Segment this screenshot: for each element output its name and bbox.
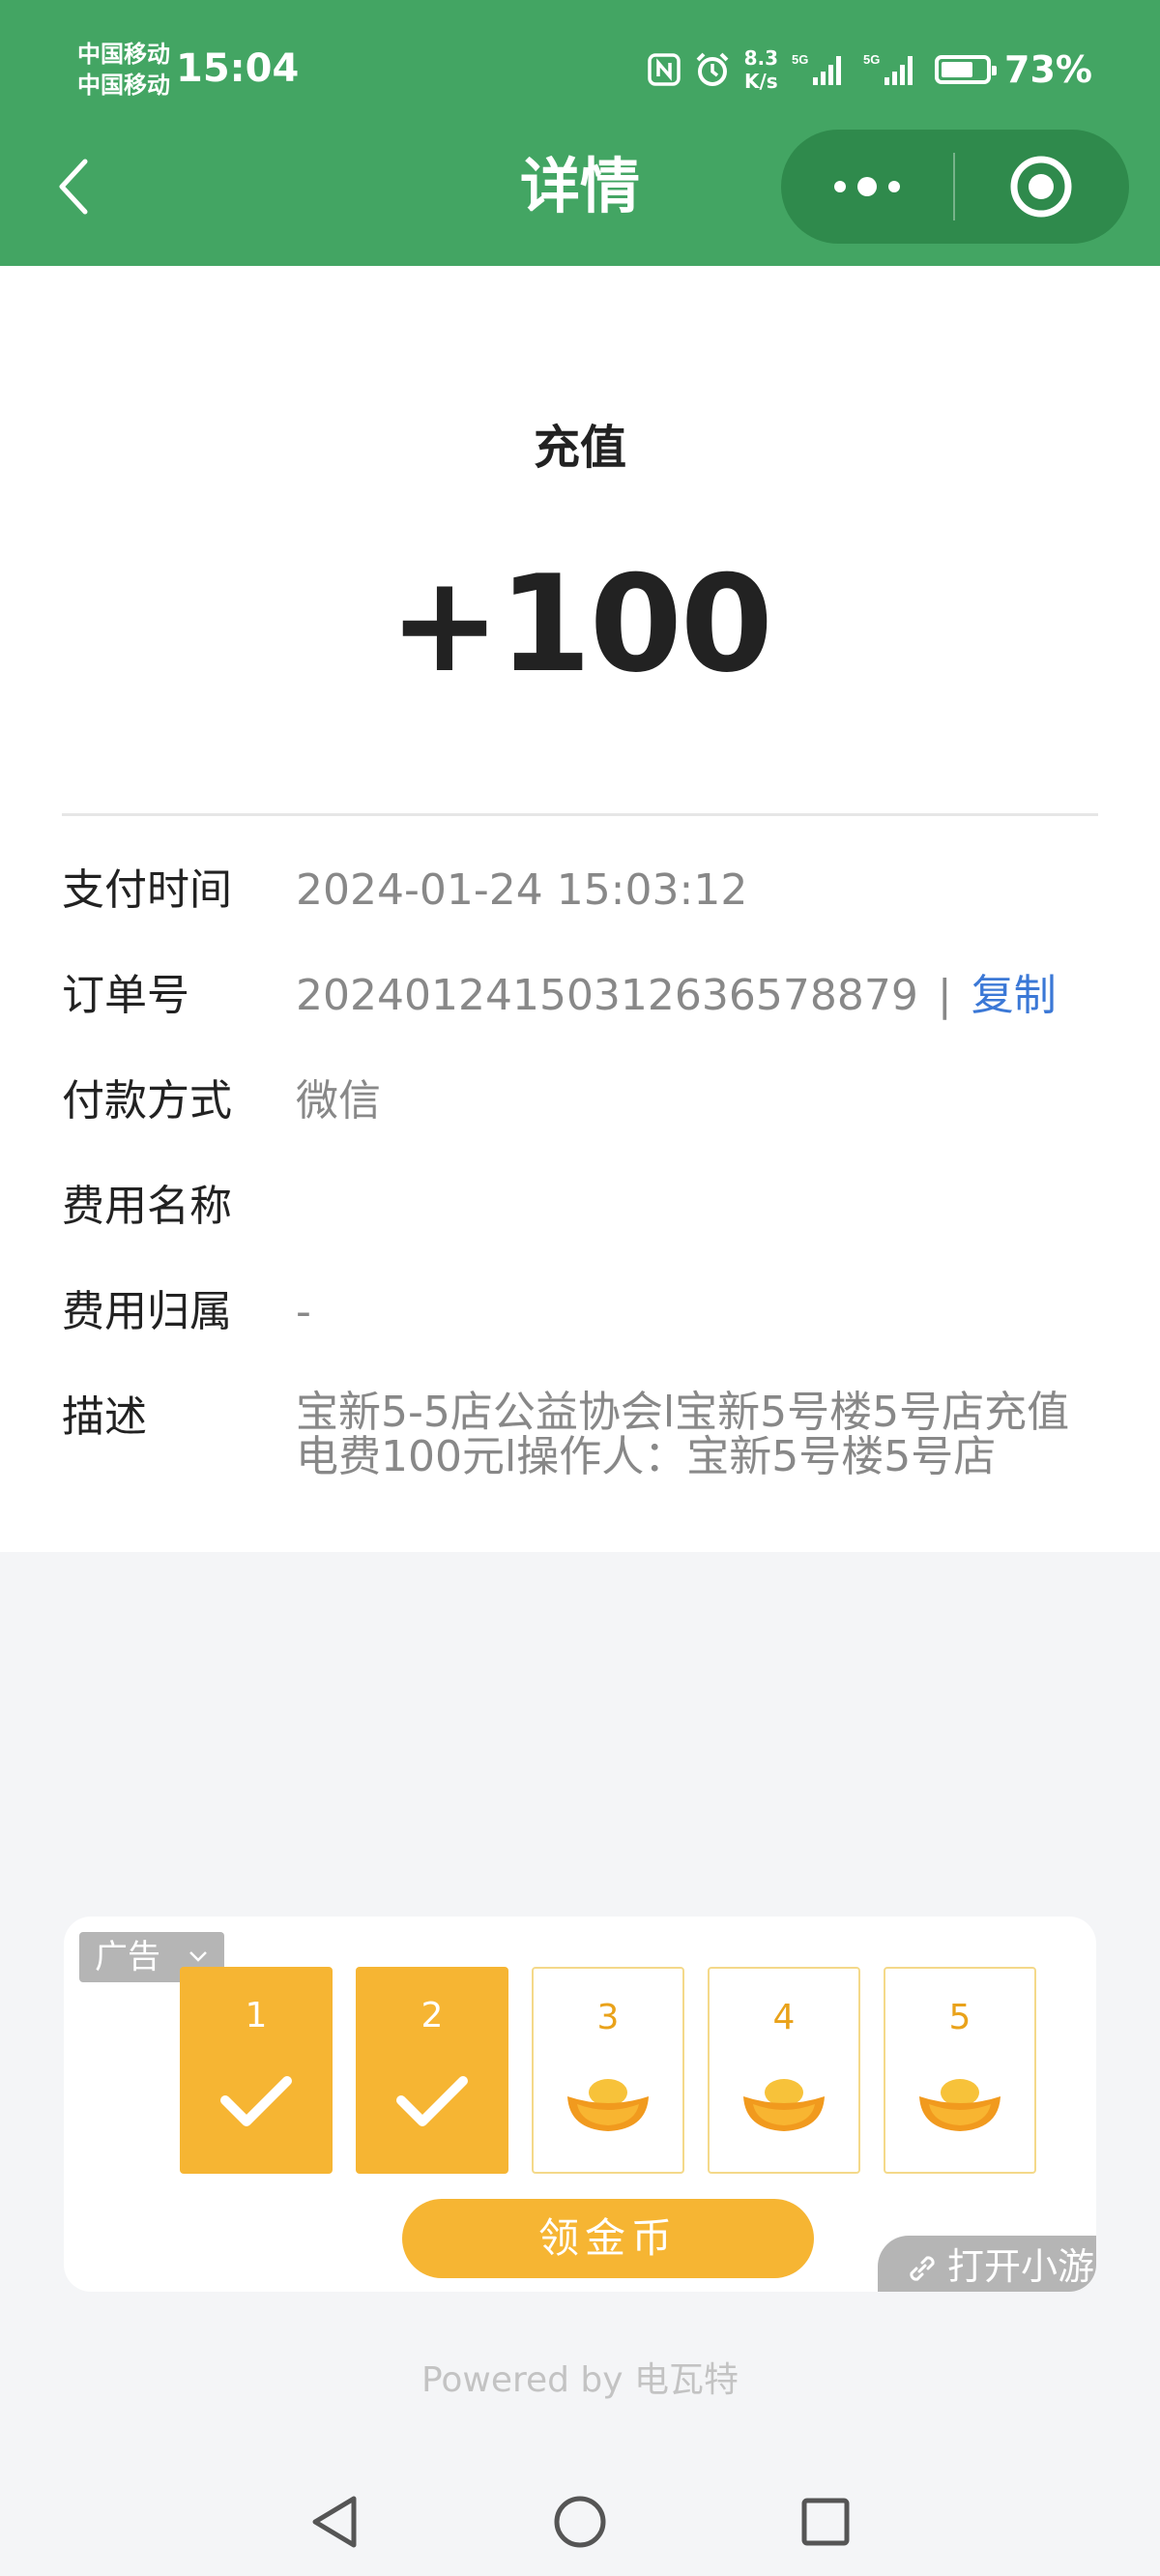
detail-card: 充值 +100 支付时间 2024-01-24 15:03:12 订单号 202…	[0, 266, 1160, 1552]
detail-label: 付款方式	[62, 1076, 232, 1126]
detail-row-order-no: 订单号 20240124150312636578879 | 复制	[62, 969, 1098, 1074]
gold-ingot-icon	[710, 2075, 858, 2135]
day-number: 4	[772, 1998, 796, 2037]
signal-5g-icon-1: 5G	[792, 50, 850, 89]
detail-list: 支付时间 2024-01-24 15:03:12 订单号 20240124150…	[62, 864, 1098, 1496]
battery-fill	[942, 62, 973, 77]
system-home-button[interactable]	[541, 2483, 619, 2561]
link-icon	[910, 2256, 935, 2281]
detail-row-pay-time: 支付时间 2024-01-24 15:03:12	[62, 864, 1098, 969]
open-mini-game-button[interactable]: 打开小游	[878, 2236, 1096, 2292]
detail-value: -	[296, 1287, 311, 1336]
triangle-back-icon	[312, 2496, 357, 2548]
check-icon	[180, 2073, 333, 2129]
transaction-amount: +100	[389, 546, 773, 702]
day-number: 5	[948, 1998, 972, 2037]
day-number: 3	[596, 1998, 620, 2037]
open-mini-game-label: 打开小游	[947, 2245, 1095, 2288]
net-speed-unit: K/s	[743, 70, 778, 93]
header: 中国移动 中国移动 15:04 8.3 K/s 5G 5G 73% 详情	[0, 0, 1160, 266]
checkin-day-1[interactable]: 1	[180, 1967, 333, 2174]
order-number[interactable]: 20240124150312636578879	[296, 971, 918, 1020]
signal-1-label: 5G	[792, 52, 808, 67]
status-bar-time: 15:04	[176, 46, 300, 91]
more-button[interactable]	[781, 130, 953, 244]
system-navigation-bar	[0, 2456, 1160, 2576]
ad-tag-label: 广告	[95, 1938, 160, 1976]
battery-icon	[935, 55, 998, 84]
chevron-down-icon	[189, 1951, 207, 1962]
day-number: 1	[245, 1996, 268, 2035]
powered-by: Powered by 电瓦特	[420, 2360, 740, 2400]
transaction-type: 充值	[533, 421, 626, 475]
detail-label: 支付时间	[62, 865, 232, 915]
detail-label: 描述	[62, 1392, 147, 1442]
carrier-2: 中国移动	[77, 72, 170, 99]
system-back-button[interactable]	[296, 2483, 373, 2561]
detail-label: 订单号	[62, 971, 189, 1020]
detail-value: 20240124150312636578879 | 复制	[296, 969, 1098, 1074]
system-recents-button[interactable]	[787, 2483, 864, 2561]
checkin-day-5[interactable]: 5	[884, 1967, 1036, 2174]
detail-value	[296, 1180, 1098, 1285]
alarm-icon	[694, 51, 731, 88]
divider	[62, 813, 1098, 816]
copy-separator: |	[937, 971, 952, 1020]
circle-home-icon	[554, 2496, 606, 2548]
detail-row-fee-name: 费用名称	[62, 1180, 1098, 1285]
target-circle-icon	[1010, 156, 1072, 218]
claim-coins-button[interactable]: 领金币	[402, 2199, 814, 2278]
battery-percent: 73%	[1004, 48, 1092, 91]
detail-row-fee-owner: 费用归属 -	[62, 1285, 1098, 1390]
more-dots-icon	[834, 177, 900, 196]
ad-banner[interactable]: 广告 1 2 3 4 5 领金币 打开小游	[64, 1917, 1096, 2292]
mini-program-capsule	[781, 130, 1129, 244]
checkin-day-2[interactable]: 2	[356, 1967, 508, 2174]
status-bar-carriers: 中国移动 中国移动	[77, 39, 170, 101]
nfc-icon	[647, 53, 681, 86]
net-speed: 8.3 K/s	[744, 46, 778, 93]
order-detail-page: 中国移动 中国移动 15:04 8.3 K/s 5G 5G 73% 详情 充值 …	[0, 0, 1160, 2576]
gold-ingot-icon	[885, 2075, 1034, 2135]
detail-row-pay-method: 付款方式 微信	[62, 1074, 1098, 1180]
signal-5g-icon-2: 5G	[863, 50, 921, 89]
square-recents-icon	[801, 2498, 850, 2546]
detail-label: 费用归属	[62, 1287, 232, 1336]
checkin-day-3[interactable]: 3	[532, 1967, 684, 2174]
checkin-day-4[interactable]: 4	[708, 1967, 860, 2174]
status-bar-icons: 8.3 K/s 5G 5G 73%	[647, 43, 1092, 97]
signal-2-label: 5G	[863, 52, 880, 67]
gold-ingot-icon	[534, 2075, 682, 2135]
detail-label: 费用名称	[62, 1182, 232, 1231]
detail-row-description: 描述 宝新5-5店公益协会l宝新5号楼5号店充值电费100元l操作人：宝新5号楼…	[62, 1390, 1098, 1496]
copy-button[interactable]: 复制	[972, 971, 1057, 1020]
day-number: 2	[420, 1996, 444, 2035]
detail-value: 宝新5-5店公益协会l宝新5号楼5号店充值电费100元l操作人：宝新5号楼5号店	[296, 1388, 1070, 1481]
net-speed-value: 8.3	[743, 46, 779, 70]
detail-value: 微信	[296, 1076, 381, 1126]
carrier-1: 中国移动	[77, 41, 170, 68]
detail-value: 2024-01-24 15:03:12	[296, 865, 748, 915]
close-mini-program-button[interactable]	[955, 130, 1127, 244]
check-icon	[356, 2073, 508, 2129]
